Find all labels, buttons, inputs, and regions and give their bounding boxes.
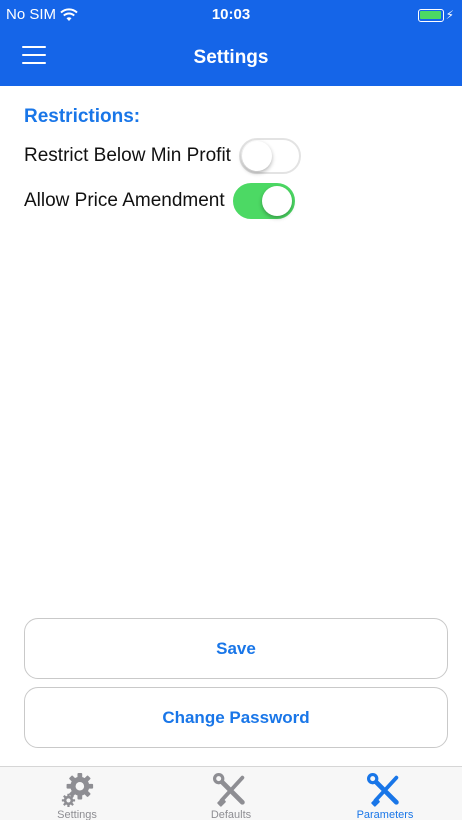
restrictions-heading: Restrictions: <box>24 106 141 127</box>
tab-defaults-label: Defaults <box>210 809 252 820</box>
tools-icon <box>367 772 399 807</box>
restrict-below-min-profit-label: Restrict Below Min Profit <box>24 145 231 166</box>
battery-icon <box>417 8 444 22</box>
allow-price-amendment-toggle[interactable] <box>232 183 295 219</box>
toggle-knob <box>261 186 292 216</box>
toggle-knob <box>241 141 272 171</box>
tab-parameters-label: Parameters <box>356 809 414 820</box>
tab-settings[interactable]: Settings <box>0 767 154 820</box>
battery-indicator: ⚡ <box>417 8 454 22</box>
restrict-below-min-profit-toggle[interactable] <box>238 138 301 174</box>
tab-defaults[interactable]: Defaults <box>154 767 308 820</box>
charging-bolt-icon: ⚡ <box>445 8 454 22</box>
tab-parameters[interactable]: Parameters <box>308 767 462 820</box>
save-button[interactable]: Save <box>24 618 448 679</box>
tab-settings-label: Settings <box>57 809 97 820</box>
tools-icon <box>213 772 245 807</box>
restrict-below-min-profit-row: Restrict Below Min Profit <box>24 138 301 174</box>
navigation-bar: Settings <box>0 30 462 86</box>
allow-price-amendment-label: Allow Price Amendment <box>24 190 225 211</box>
tab-bar: Settings Defaults Parameters <box>0 766 462 820</box>
gears-icon <box>61 772 94 808</box>
allow-price-amendment-row: Allow Price Amendment <box>24 183 295 219</box>
page-title: Settings <box>193 47 269 68</box>
status-bar: No SIM 10:03 ⚡ <box>0 0 462 30</box>
change-password-button[interactable]: Change Password <box>24 687 448 748</box>
status-time: 10:03 <box>211 6 251 23</box>
